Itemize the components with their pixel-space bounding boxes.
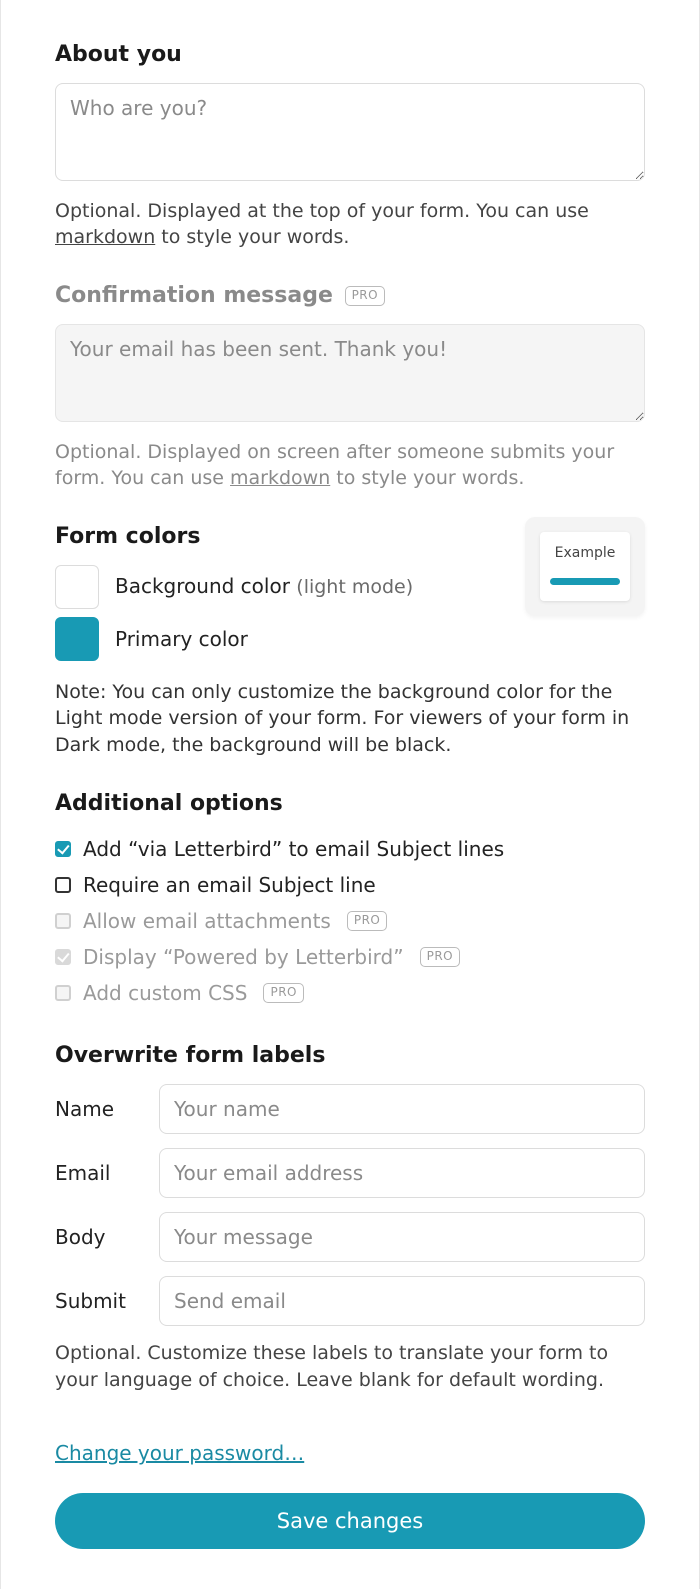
- option-row: Display “Powered by Letterbird” PRO: [55, 939, 645, 975]
- color-preview-card: Example: [525, 517, 645, 616]
- option-checkbox: [55, 913, 71, 929]
- color-preview-inner: Example: [540, 532, 630, 601]
- option-checkbox[interactable]: [55, 841, 71, 857]
- option-label: Display “Powered by Letterbird”: [83, 943, 404, 971]
- label-row-input[interactable]: [159, 1148, 645, 1198]
- about-section: About you Optional. Displayed at the top…: [55, 40, 645, 251]
- label-row-name: Body: [55, 1223, 143, 1251]
- labels-title: Overwrite form labels: [55, 1041, 645, 1072]
- bg-color-label: Background color: [115, 574, 290, 598]
- options-title: Additional options: [55, 789, 645, 820]
- bg-color-swatch[interactable]: [55, 565, 99, 609]
- confirmation-title-wrap: Confirmation message PRO: [55, 281, 645, 312]
- labels-help: Optional. Customize these labels to tran…: [55, 1340, 645, 1393]
- label-row-name: Submit: [55, 1287, 143, 1315]
- option-label: Require an email Subject line: [83, 871, 376, 899]
- primary-color-row: Primary color: [55, 617, 645, 661]
- label-row-input[interactable]: [159, 1276, 645, 1326]
- settings-form: About you Optional. Displayed at the top…: [0, 0, 700, 1589]
- pro-badge: PRO: [345, 286, 386, 306]
- labels-section: Overwrite form labels Name Email Body Submi…: [55, 1041, 645, 1393]
- option-label: Add custom CSS: [83, 979, 247, 1007]
- option-row: Add “via Letterbird” to email Subject li…: [55, 831, 645, 867]
- primary-color-label: Primary color: [115, 625, 248, 653]
- label-row: Email: [55, 1148, 645, 1198]
- label-row-input[interactable]: [159, 1212, 645, 1262]
- pro-badge: PRO: [420, 947, 461, 967]
- confirmation-help-suffix: to style your words.: [330, 467, 524, 489]
- colors-note: Note: You can only customize the backgro…: [55, 679, 645, 759]
- about-help: Optional. Displayed at the top of your f…: [55, 198, 645, 251]
- label-row: Submit: [55, 1276, 645, 1326]
- about-help-suffix: to style your words.: [155, 226, 349, 248]
- color-preview-text: Example: [550, 544, 620, 564]
- label-row-name: Email: [55, 1159, 143, 1187]
- colors-section: Form colors Example Background color (li…: [55, 522, 645, 759]
- about-markdown-link[interactable]: markdown: [55, 226, 155, 248]
- labels-rows: Name Email Body Submit: [55, 1084, 645, 1326]
- pro-badge: PRO: [263, 983, 304, 1003]
- options-list: Add “via Letterbird” to email Subject li…: [55, 831, 645, 1011]
- save-button[interactable]: Save changes: [55, 1493, 645, 1549]
- confirmation-help: Optional. Displayed on screen after some…: [55, 439, 645, 492]
- confirmation-textarea: [55, 324, 645, 422]
- option-row: Require an email Subject line: [55, 867, 645, 903]
- option-row: Allow email attachments PRO: [55, 903, 645, 939]
- bg-color-sub: (light mode): [296, 576, 413, 598]
- confirmation-section: Confirmation message PRO Optional. Displ…: [55, 281, 645, 492]
- about-textarea[interactable]: [55, 83, 645, 181]
- option-label: Add “via Letterbird” to email Subject li…: [83, 835, 504, 863]
- option-checkbox: [55, 949, 71, 965]
- label-row: Body: [55, 1212, 645, 1262]
- primary-color-swatch[interactable]: [55, 617, 99, 661]
- option-label: Allow email attachments: [83, 907, 331, 935]
- confirmation-markdown-link[interactable]: markdown: [230, 467, 330, 489]
- label-row-name: Name: [55, 1095, 143, 1123]
- option-checkbox[interactable]: [55, 877, 71, 893]
- option-checkbox: [55, 985, 71, 1001]
- about-title: About you: [55, 40, 645, 71]
- label-row: Name: [55, 1084, 645, 1134]
- option-row: Add custom CSS PRO: [55, 975, 645, 1011]
- color-preview-bar: [550, 578, 620, 585]
- change-password-link[interactable]: Change your password…: [55, 1439, 304, 1467]
- bg-color-label-wrap: Background color (light mode): [115, 572, 413, 601]
- confirmation-title: Confirmation message: [55, 283, 333, 308]
- pro-badge: PRO: [347, 911, 388, 931]
- about-help-prefix: Optional. Displayed at the top of your f…: [55, 200, 589, 222]
- options-section: Additional options Add “via Letterbird” …: [55, 789, 645, 1012]
- label-row-input[interactable]: [159, 1084, 645, 1134]
